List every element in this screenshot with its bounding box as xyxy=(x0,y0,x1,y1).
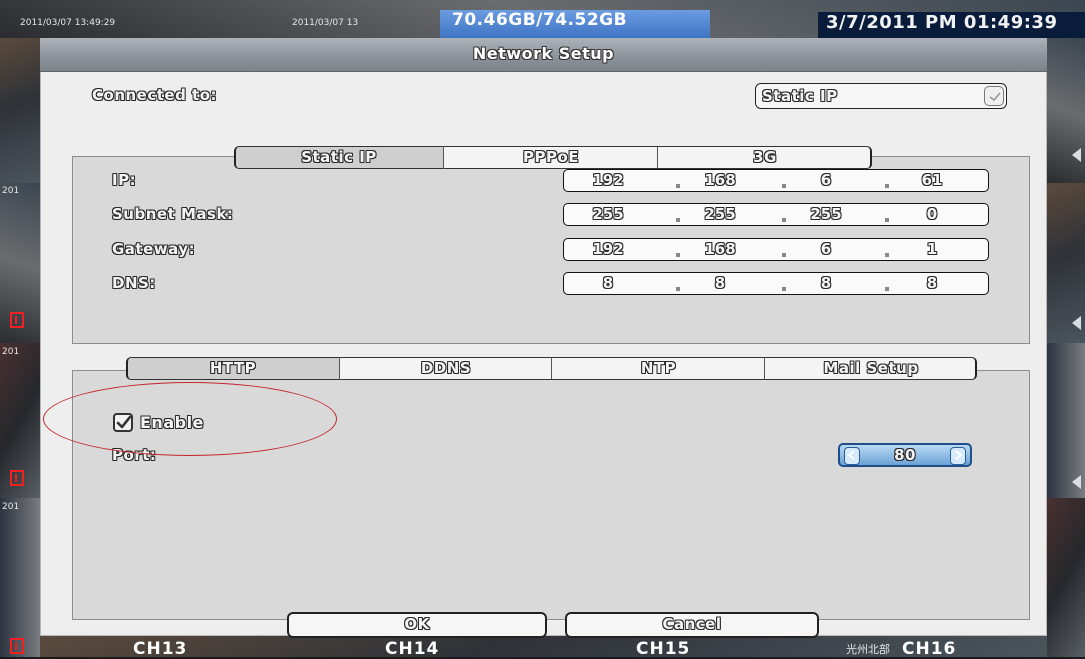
dns-label: DNS: xyxy=(112,274,156,292)
ch16-overlay-text: 光州北部 xyxy=(846,643,890,656)
octet[interactable]: 0 xyxy=(902,205,962,223)
record-icon xyxy=(10,470,24,486)
tab-label: HTTP xyxy=(209,359,257,377)
octet[interactable]: 8 xyxy=(578,274,638,292)
octet-separator xyxy=(676,253,680,257)
camera-feed-bottom xyxy=(40,636,1047,657)
connected-to-label: Connected to: xyxy=(92,86,218,104)
octet-separator xyxy=(885,184,889,188)
channel-label-ch15: CH15 xyxy=(636,639,691,659)
octet-separator xyxy=(782,184,786,188)
octet-separator xyxy=(676,287,680,291)
left-timestamp: 201 xyxy=(2,502,20,512)
channel-label-ch16: CH16 xyxy=(902,639,957,659)
octet[interactable]: 192 xyxy=(578,240,638,258)
octet-separator xyxy=(676,218,680,222)
octet-separator xyxy=(782,218,786,222)
octet-separator xyxy=(885,218,889,222)
octet[interactable]: 8 xyxy=(902,274,962,292)
octet[interactable]: 255 xyxy=(796,205,856,223)
channel-label-ch14: CH14 xyxy=(385,639,440,659)
annotation-ellipse xyxy=(43,382,337,456)
octet-separator xyxy=(676,184,680,188)
octet[interactable]: 168 xyxy=(690,240,750,258)
left-timestamp: 201 xyxy=(2,186,20,196)
ip-label: IP: xyxy=(112,171,137,189)
tab-label: Static IP xyxy=(301,148,377,166)
camera-feed-right-4 xyxy=(1047,498,1085,657)
arrow-left-icon xyxy=(1072,316,1081,330)
tab-label: PPPoE xyxy=(522,148,580,166)
gateway-label: Gateway: xyxy=(112,240,196,258)
octet[interactable]: 255 xyxy=(690,205,750,223)
left-timestamp: 201 xyxy=(2,347,20,357)
octet-separator xyxy=(782,253,786,257)
clock-text: 3/7/2011 PM 01:49:39 xyxy=(826,12,1058,33)
dialog-title: Network Setup xyxy=(472,44,615,63)
arrow-left-icon xyxy=(847,450,855,460)
gateway-field[interactable]: 192 168 6 1 xyxy=(563,238,989,261)
record-icon xyxy=(10,638,24,654)
octet[interactable]: 192 xyxy=(578,171,638,189)
decrement-button[interactable] xyxy=(844,447,860,465)
arrow-left-icon xyxy=(1072,475,1081,489)
arrow-left-icon xyxy=(1072,148,1081,162)
camera-feed-left-1 xyxy=(0,38,40,183)
cancel-button-label: Cancel xyxy=(662,615,722,633)
increment-button[interactable] xyxy=(950,447,966,465)
dns-field[interactable]: 8 8 8 8 xyxy=(563,272,989,295)
octet[interactable]: 61 xyxy=(902,171,962,189)
octet-separator xyxy=(885,287,889,291)
octet[interactable]: 8 xyxy=(796,274,856,292)
octet-separator xyxy=(782,287,786,291)
tab-label: 3G xyxy=(753,148,777,166)
camera-timestamp: 2011/03/07 13:49:29 xyxy=(20,18,116,28)
dropdown-arrow-icon[interactable] xyxy=(984,86,1004,106)
octet[interactable]: 1 xyxy=(902,240,962,258)
connection-type-value: Static IP xyxy=(762,87,838,105)
hdd-usage-text: 70.46GB/74.52GB xyxy=(452,10,628,30)
ok-button-label: OK xyxy=(404,615,430,633)
ip-address-field[interactable]: 192 168 6 61 xyxy=(563,169,989,192)
octet-separator xyxy=(885,253,889,257)
record-icon xyxy=(10,312,24,328)
subnet-mask-field[interactable]: 255 255 255 0 xyxy=(563,203,989,226)
arrow-right-icon xyxy=(955,450,963,460)
camera-timestamp: 2011/03/07 13 xyxy=(292,18,359,28)
octet[interactable]: 6 xyxy=(796,171,856,189)
tab-label: NTP xyxy=(640,359,677,377)
octet[interactable]: 6 xyxy=(796,240,856,258)
octet[interactable]: 8 xyxy=(690,274,750,292)
channel-label-ch13: CH13 xyxy=(133,639,188,659)
port-spinner[interactable]: 80 xyxy=(838,443,972,467)
camera-feed-left-4 xyxy=(0,498,40,657)
subnet-mask-label: Subnet Mask: xyxy=(112,205,234,223)
octet[interactable]: 168 xyxy=(690,171,750,189)
tab-label: Mail Setup xyxy=(823,359,919,377)
tab-label: DDNS xyxy=(420,359,472,377)
port-value: 80 xyxy=(894,446,916,464)
octet[interactable]: 255 xyxy=(578,205,638,223)
